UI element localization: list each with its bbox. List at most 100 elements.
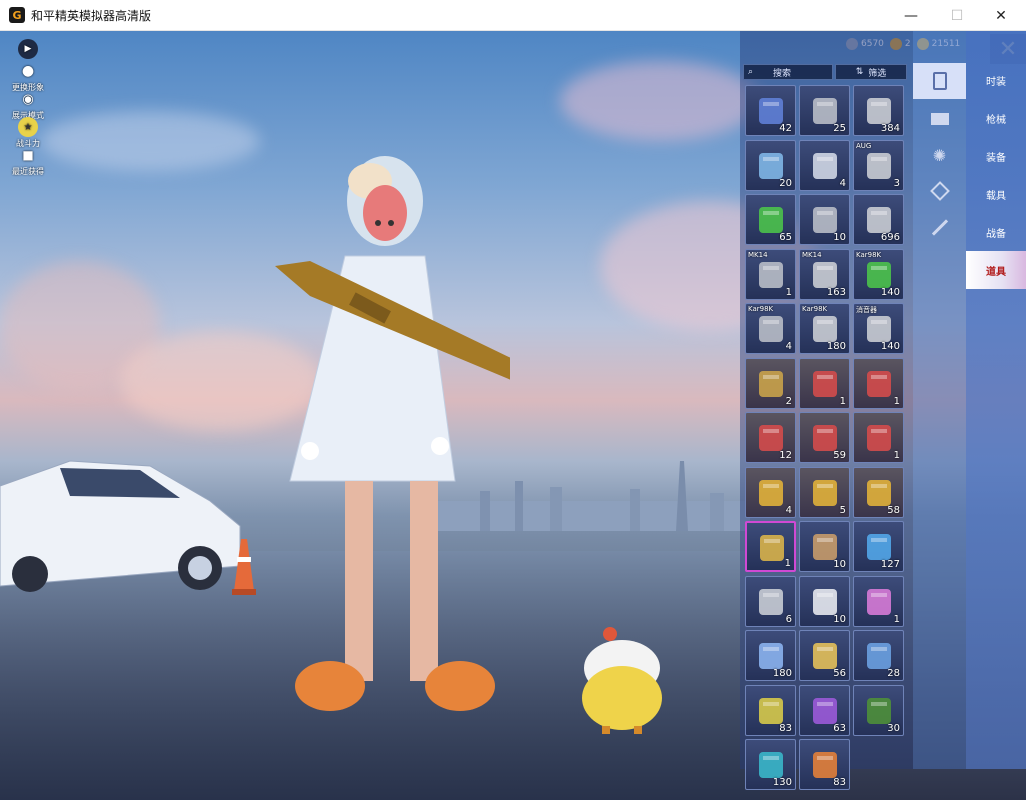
slot-count: 56 — [833, 668, 846, 679]
inventory-slot[interactable]: AUG 3 — [853, 139, 904, 191]
subtab-card[interactable] — [913, 63, 966, 99]
slot-tag: Kar98K — [748, 305, 774, 313]
inventory-slot[interactable]: 63 — [799, 684, 850, 736]
subtab-box[interactable] — [913, 101, 966, 137]
minimize-button[interactable]: — — [888, 0, 934, 31]
search-input[interactable]: ⌕ 搜索 — [743, 64, 833, 80]
sub-category-column: ✺ — [913, 31, 966, 769]
play-icon: ▶ — [18, 39, 38, 59]
inventory-slot[interactable]: 12 — [745, 412, 796, 463]
inventory-slot[interactable]: 696 — [853, 194, 904, 245]
inventory-slot[interactable]: 10 — [799, 575, 850, 627]
nav-guns[interactable]: 枪械 — [966, 99, 1026, 137]
inventory-slot[interactable]: 1 — [745, 521, 796, 572]
firework-icon: ✺ — [932, 145, 947, 165]
inventory-slot[interactable]: 384 — [853, 85, 904, 136]
slot-count: 4 — [785, 504, 792, 516]
nav-vehicle[interactable]: 载具 — [966, 175, 1026, 213]
inventory-slot[interactable]: 1 — [853, 357, 904, 409]
inventory-slot[interactable]: 25 — [799, 85, 850, 136]
maximize-button[interactable]: ☐ — [934, 0, 980, 31]
inventory-slot[interactable]: 1 — [799, 357, 850, 409]
nav-items-active[interactable]: 道具 — [966, 251, 1026, 289]
slot-count: 2 — [785, 395, 792, 407]
subtab-firework[interactable]: ✺ — [913, 137, 966, 173]
slot-count: 127 — [880, 559, 900, 570]
inventory-slot[interactable]: 83 — [745, 684, 796, 736]
inventory-slot[interactable]: Kar98K 4 — [745, 303, 796, 354]
slot-count: 65 — [779, 232, 792, 243]
inventory-slot[interactable]: 65 — [745, 194, 796, 245]
slot-count: 1 — [839, 395, 846, 407]
slot-count: 180 — [826, 341, 846, 352]
slot-count: 140 — [880, 286, 900, 298]
inventory-slot[interactable]: 130 — [745, 739, 796, 790]
slot-count: 140 — [880, 341, 900, 352]
nav-outfit[interactable]: 时装 — [966, 61, 1026, 99]
subtab-gun[interactable] — [913, 209, 966, 245]
recent-items-button[interactable]: ■ 最近获得 — [8, 145, 48, 177]
slot-count: 10 — [833, 559, 846, 570]
subtab-ticket[interactable] — [913, 173, 966, 209]
slot-count: 130 — [772, 777, 792, 788]
filter-label: 筛选 — [868, 68, 887, 79]
slot-count: 10 — [833, 232, 846, 243]
slot-tag: MK14 — [802, 250, 822, 259]
title-bar: G 和平精英模拟器高清版 — ☐ ✕ — [0, 0, 1026, 31]
slot-count: 28 — [887, 668, 900, 679]
slot-count: 83 — [833, 777, 846, 788]
person-icon: ● — [21, 63, 35, 79]
inventory-slot[interactable]: 10 — [799, 521, 850, 572]
slot-count: 59 — [833, 450, 846, 461]
slot-tag: MK14 — [748, 250, 768, 259]
slot-count: 696 — [880, 232, 900, 243]
gun-icon — [931, 218, 948, 236]
play-button[interactable]: ▶ — [8, 39, 48, 60]
slot-count: 384 — [880, 123, 900, 134]
inventory-slot[interactable]: 56 — [799, 630, 850, 681]
window-title: 和平精英模拟器高清版 — [31, 8, 152, 23]
inventory-slot[interactable]: 2 — [745, 357, 796, 409]
inventory-slot[interactable]: MK14 163 — [799, 248, 850, 300]
inventory-slot[interactable]: 180 — [745, 630, 796, 681]
inventory-slot[interactable]: 83 — [799, 739, 850, 790]
close-window-button[interactable]: ✕ — [978, 0, 1024, 31]
inventory-slot[interactable]: 28 — [853, 630, 904, 681]
rank-badge-icon: ★ — [18, 117, 38, 137]
inventory-slot[interactable]: 6 — [745, 575, 796, 627]
slot-count: 1 — [893, 395, 900, 407]
filter-button[interactable]: ⇅ 筛选 — [835, 64, 907, 80]
inventory-slot[interactable]: 42 — [745, 85, 796, 136]
slot-count: 30 — [887, 722, 900, 734]
inventory-slot[interactable]: Kar98K 140 — [853, 248, 904, 300]
inventory-slot[interactable]: 127 — [853, 521, 904, 572]
search-label: 搜索 — [773, 68, 792, 79]
slot-tag: 消音器 — [856, 306, 877, 314]
nav-equipment[interactable]: 装备 — [966, 137, 1026, 175]
inventory-slot[interactable]: 5 — [799, 466, 850, 518]
slot-count: 63 — [833, 722, 846, 734]
nav-gear[interactable]: 战备 — [966, 213, 1026, 251]
slot-tag: Kar98K — [856, 250, 882, 259]
inventory-slot[interactable]: Kar98K 180 — [799, 303, 850, 354]
slot-count: 6 — [785, 613, 792, 625]
slot-count: 42 — [779, 123, 792, 134]
inventory-slot[interactable]: 10 — [799, 194, 850, 245]
chick-pet — [582, 627, 662, 734]
inventory-slot[interactable]: 1 — [853, 575, 904, 627]
inventory-slot[interactable]: 4 — [745, 466, 796, 518]
recent-items-label: 最近获得 — [12, 167, 44, 176]
inventory-slot[interactable]: 30 — [853, 684, 904, 736]
slot-count: 5 — [839, 504, 846, 516]
ticket-icon — [929, 181, 950, 201]
inventory-slot[interactable]: 20 — [745, 139, 796, 191]
slot-count: 1 — [784, 558, 791, 569]
inventory-slot[interactable]: 消音器 140 — [853, 303, 904, 354]
slot-count: 3 — [893, 177, 900, 189]
inventory-slot[interactable]: 4 — [799, 139, 850, 191]
inventory-slot[interactable]: 58 — [853, 466, 904, 518]
inventory-slot[interactable]: 1 — [853, 412, 904, 463]
inventory-slot[interactable]: MK14 1 — [745, 248, 796, 300]
inventory-slot[interactable]: 59 — [799, 412, 850, 463]
slot-count: 10 — [833, 613, 846, 625]
